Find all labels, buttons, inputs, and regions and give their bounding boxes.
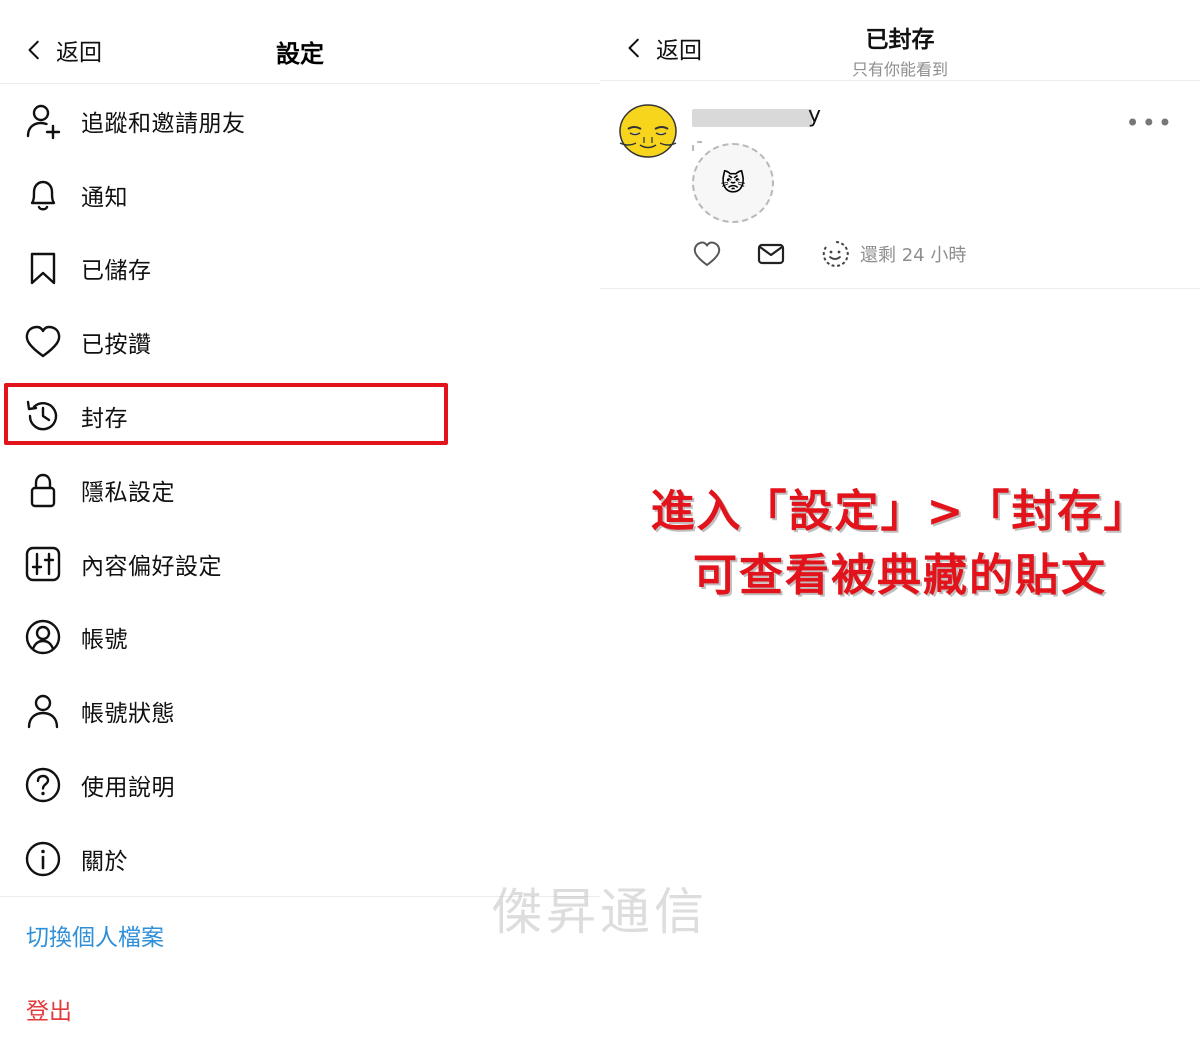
sliders-icon [24,545,62,583]
menu-item-label: 內容偏好設定 [81,553,222,580]
watermark: 傑昇通信 [492,883,708,941]
menu-item-liked[interactable]: 已按讚 [0,305,600,379]
menu-item-label: 帳號狀態 [81,701,175,728]
menu-item-label: 使用說明 [81,775,175,802]
menu-item-content-preferences[interactable]: 內容偏好設定 [0,527,600,601]
help-icon [24,766,62,804]
face-timer-icon [822,240,849,267]
archived-post: y ••• 😾 還剩 24 小時 [600,81,1200,289]
archived-header: 返回 已封存 只有你能看到 [600,0,1200,81]
menu-item-account-status[interactable]: 帳號狀態 [0,674,600,748]
lock-icon [24,471,62,509]
annotation-line-2: 可查看被典藏的貼文 [693,550,1107,601]
menu-item-follow-invite[interactable]: 追蹤和邀請朋友 [0,84,600,158]
back-label: 返回 [656,38,702,64]
menu-item-account[interactable]: 帳號 [0,601,600,675]
more-options-icon[interactable]: ••• [1126,109,1174,137]
annotation-line-1: 進入「設定」>「封存」 [650,486,1150,537]
avatar[interactable] [614,103,682,165]
menu-item-label: 追蹤和邀請朋友 [81,110,246,137]
menu-item-label: 帳號 [81,627,128,654]
add-user-icon [24,102,62,140]
menu-item-help[interactable]: 使用說明 [0,748,600,822]
post-actions: 還剩 24 小時 [692,239,966,269]
heart-icon [24,323,62,361]
note-bubble: 😾 [692,143,774,223]
back-button[interactable]: 返回 [624,31,702,65]
account-circle-icon [24,618,62,656]
menu-item-saved[interactable]: 已儲存 [0,232,600,306]
page-title: 已封存 [865,27,935,53]
time-remaining: 還剩 24 小時 [860,245,967,266]
person-icon [24,692,62,730]
username[interactable]: y [808,103,821,128]
mail-icon[interactable] [756,239,786,269]
archive-highlight-box [4,383,448,445]
chevron-left-icon [628,38,639,58]
bell-icon [24,176,62,214]
menu-item-label: 隱私設定 [81,479,175,506]
settings-header: 返回 設定 [0,0,600,84]
page-title-group: 已封存 只有你能看到 [800,20,1000,80]
settings-menu: 追蹤和邀請朋友 通知 已儲存 已按讚 封存 隱私設定 內容偏好設定 帳號 帳號狀… [0,84,600,896]
note-bubble-tail [692,141,702,151]
page-title: 設定 [276,40,324,68]
menu-item-privacy[interactable]: 隱私設定 [0,453,600,527]
logout-link[interactable]: 登出 [26,992,72,1026]
annotation-text: 進入「設定」>「封存」 可查看被典藏的貼文 [600,480,1200,608]
page-subtitle: 只有你能看到 [851,60,948,79]
username-redacted [692,109,812,127]
note-emoji: 😾 [720,169,746,197]
heart-icon[interactable] [692,239,722,269]
menu-item-notifications[interactable]: 通知 [0,158,600,232]
menu-item-label: 已儲存 [81,258,152,285]
bookmark-icon [24,249,62,287]
menu-item-label: 關於 [81,848,128,875]
menu-item-label: 已按讚 [81,332,152,359]
menu-item-label: 通知 [81,184,128,211]
